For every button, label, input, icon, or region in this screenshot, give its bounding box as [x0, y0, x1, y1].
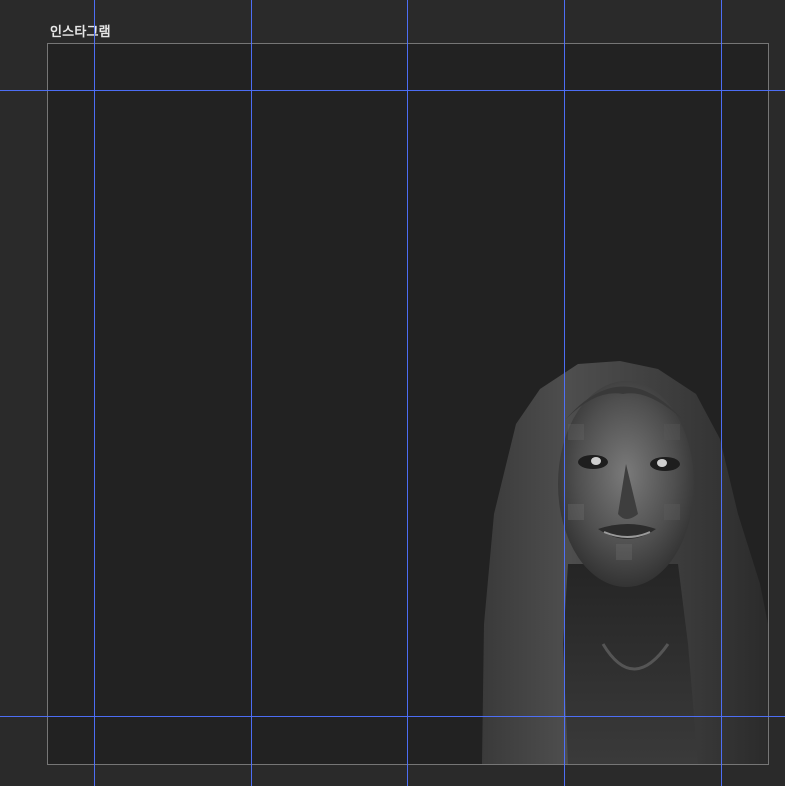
guide-horizontal-1[interactable]	[0, 90, 785, 91]
guide-vertical-5[interactable]	[721, 0, 722, 786]
guide-vertical-3[interactable]	[407, 0, 408, 786]
neck-shape	[563, 564, 698, 764]
artboard-label[interactable]: 인스타그램	[50, 21, 111, 40]
guide-vertical-1[interactable]	[94, 0, 95, 786]
guide-vertical-4[interactable]	[564, 0, 565, 786]
guide-vertical-2[interactable]	[251, 0, 252, 786]
artboard-instagram[interactable]	[47, 43, 769, 765]
canvas-workspace[interactable]: 인스타그램	[0, 0, 785, 786]
guide-horizontal-2[interactable]	[0, 716, 785, 717]
portrait-photo-layer[interactable]	[48, 44, 768, 764]
